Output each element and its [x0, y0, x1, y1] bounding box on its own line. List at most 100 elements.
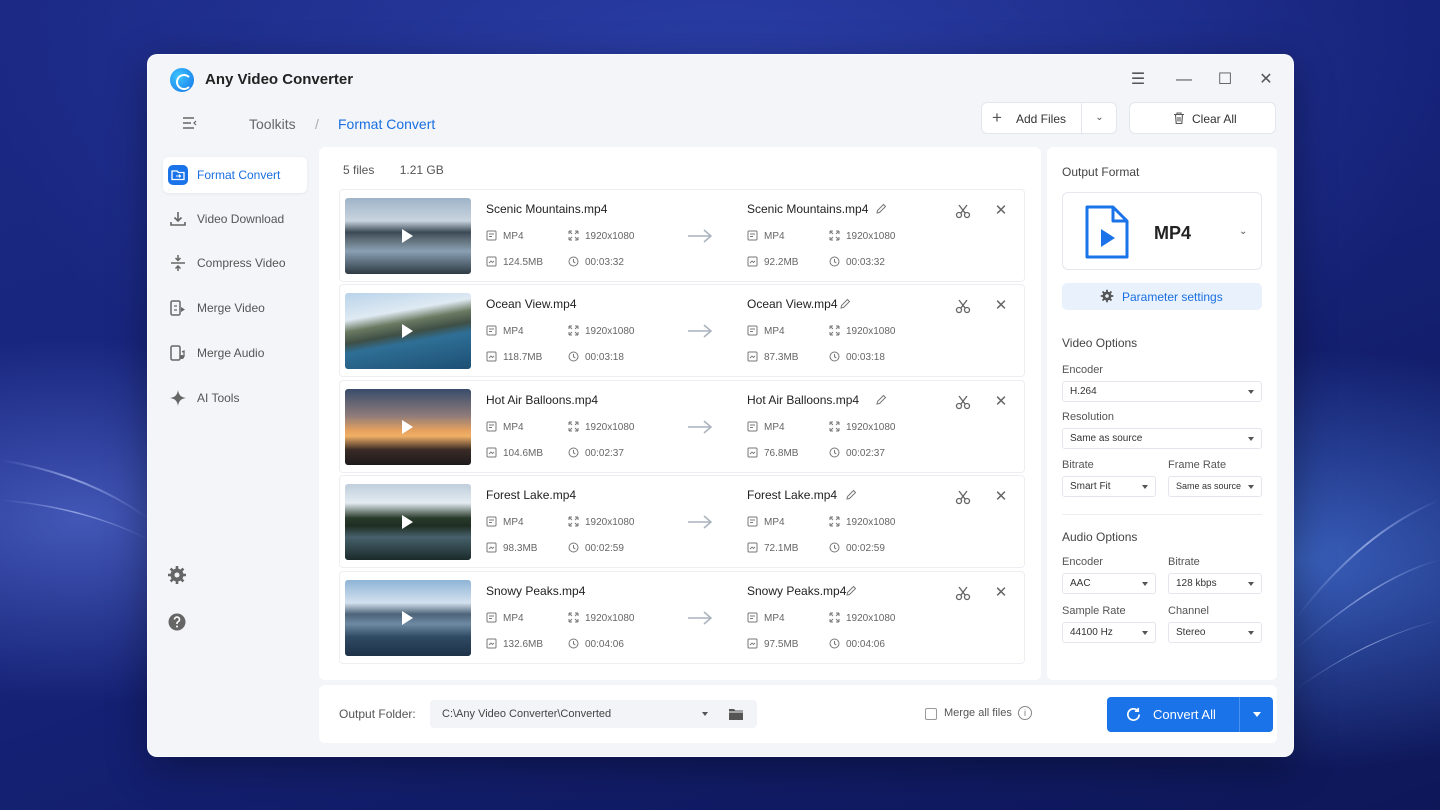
- remove-file-icon[interactable]: ✕: [992, 488, 1010, 506]
- source-duration: 00:02:37: [568, 447, 624, 459]
- caret-down-icon: [1248, 485, 1254, 489]
- output-size: 76.8MB: [747, 447, 798, 459]
- remove-file-icon[interactable]: ✕: [992, 393, 1010, 411]
- add-files-button[interactable]: + Add Files ⌄: [981, 102, 1117, 134]
- convert-all-button[interactable]: Convert All: [1107, 697, 1239, 732]
- select-value: 44100 Hz: [1070, 627, 1113, 638]
- audio-encoder-select[interactable]: AAC: [1062, 573, 1156, 594]
- maximize-button[interactable]: ☐: [1212, 67, 1238, 93]
- select-value: Same as source: [1070, 433, 1143, 444]
- output-format-selector[interactable]: MP4 ⌄: [1062, 192, 1262, 270]
- resolution-icon: [568, 516, 579, 527]
- edit-pencil-icon[interactable]: [845, 585, 857, 597]
- play-icon[interactable]: [402, 229, 413, 243]
- sidebar-item-label: Format Convert: [197, 168, 281, 182]
- select-value: H.264: [1070, 386, 1097, 397]
- play-icon[interactable]: [402, 324, 413, 338]
- refresh-icon: [1126, 707, 1141, 721]
- remove-file-icon[interactable]: ✕: [992, 584, 1010, 602]
- audio-bitrate-select[interactable]: 128 kbps: [1168, 573, 1262, 594]
- sidebar-item-merge-audio[interactable]: Merge Audio: [163, 335, 307, 371]
- source-format-value: MP4: [503, 326, 524, 337]
- sidebar-item-video-download[interactable]: Video Download: [163, 201, 307, 237]
- folder-icon[interactable]: [728, 707, 744, 721]
- sidebar-item-merge-video[interactable]: Merge Video: [163, 290, 307, 326]
- minimize-button[interactable]: —: [1171, 67, 1197, 93]
- sidebar-item-label: Merge Audio: [197, 346, 265, 360]
- scissors-icon[interactable]: [954, 393, 972, 411]
- select-value: 128 kbps: [1176, 578, 1217, 589]
- scissors-icon[interactable]: [954, 297, 972, 315]
- help-icon[interactable]: [167, 612, 187, 632]
- scissors-icon[interactable]: [954, 488, 972, 506]
- file-row[interactable]: Scenic Mountains.mp4 MP4 1920x1080 124.5MB 0…: [339, 189, 1025, 282]
- file-format-icon: [747, 421, 758, 432]
- file-format-icon: [747, 516, 758, 527]
- video-encoder-label: Encoder: [1062, 364, 1103, 376]
- output-file-name: Hot Air Balloons.mp4: [747, 393, 860, 407]
- sample-rate-select[interactable]: 44100 Hz: [1062, 622, 1156, 643]
- scissors-icon[interactable]: [954, 584, 972, 602]
- add-files-dropdown[interactable]: ⌄: [1081, 103, 1117, 133]
- play-icon[interactable]: [402, 611, 413, 625]
- video-resolution-select[interactable]: Same as source: [1062, 428, 1262, 449]
- resolution-icon: [568, 325, 579, 336]
- caret-down-icon: [702, 712, 708, 716]
- bottom-bar: Output Folder: C:\Any Video Converter\Co…: [319, 685, 1277, 743]
- merge-all-checkbox[interactable]: [925, 708, 937, 720]
- plus-icon: +: [992, 108, 1002, 127]
- video-frame-rate-select[interactable]: Same as source: [1168, 476, 1262, 497]
- sidebar-item-format-convert[interactable]: Format Convert: [163, 157, 307, 193]
- video-thumbnail[interactable]: [345, 293, 471, 369]
- clock-icon: [829, 256, 840, 267]
- edit-pencil-icon[interactable]: [875, 203, 887, 215]
- video-thumbnail[interactable]: [345, 580, 471, 656]
- remove-file-icon[interactable]: ✕: [992, 202, 1010, 220]
- video-bitrate-select[interactable]: Smart Fit: [1062, 476, 1156, 497]
- menu-icon[interactable]: ☰: [1125, 67, 1151, 93]
- clear-all-button[interactable]: Clear All: [1129, 102, 1276, 134]
- edit-pencil-icon[interactable]: [875, 394, 887, 406]
- sidebar-item-label: Compress Video: [197, 256, 286, 270]
- remove-file-icon[interactable]: ✕: [992, 297, 1010, 315]
- file-row[interactable]: Snowy Peaks.mp4 MP4 1920x1080 132.6MB 00:04:…: [339, 571, 1025, 664]
- info-icon[interactable]: i: [1018, 706, 1032, 720]
- file-size-icon: [486, 351, 497, 362]
- caret-down-icon: [1248, 390, 1254, 394]
- output-size-value: 97.5MB: [764, 639, 799, 650]
- file-row[interactable]: Ocean View.mp4 MP4 1920x1080 118.7MB 00:03:1…: [339, 284, 1025, 377]
- close-button[interactable]: ✕: [1253, 67, 1279, 93]
- scissors-icon[interactable]: [954, 202, 972, 220]
- gear-icon: [1100, 289, 1114, 303]
- parameter-settings-button[interactable]: Parameter settings: [1062, 283, 1262, 310]
- file-row[interactable]: Hot Air Balloons.mp4 MP4 1920x1080 104.6MB 0…: [339, 380, 1025, 473]
- file-size-icon: [486, 256, 497, 267]
- convert-options-dropdown[interactable]: [1239, 697, 1273, 732]
- source-resolution: 1920x1080: [568, 421, 635, 433]
- output-folder-select[interactable]: C:\Any Video Converter\Converted: [430, 700, 757, 728]
- sidebar-toggle-icon[interactable]: [180, 113, 200, 133]
- play-icon[interactable]: [402, 420, 413, 434]
- play-icon[interactable]: [402, 515, 413, 529]
- video-encoder-select[interactable]: H.264: [1062, 381, 1262, 402]
- settings-gear-icon[interactable]: [167, 565, 187, 585]
- sidebar-item-compress-video[interactable]: Compress Video: [163, 245, 307, 281]
- file-size-icon: [747, 447, 758, 458]
- file-size-icon: [747, 638, 758, 649]
- sidebar-item-ai-tools[interactable]: AI Tools: [163, 380, 307, 416]
- video-thumbnail[interactable]: [345, 389, 471, 465]
- breadcrumb-separator: /: [315, 116, 319, 132]
- channel-select[interactable]: Stereo: [1168, 622, 1262, 643]
- output-folder-label: Output Folder:: [339, 707, 416, 721]
- output-size-value: 87.3MB: [764, 352, 799, 363]
- edit-pencil-icon[interactable]: [845, 489, 857, 501]
- edit-pencil-icon[interactable]: [839, 298, 851, 310]
- file-format-icon: [747, 612, 758, 623]
- video-thumbnail[interactable]: [345, 484, 471, 560]
- file-size-icon: [747, 542, 758, 553]
- source-format-value: MP4: [503, 613, 524, 624]
- file-row[interactable]: Forest Lake.mp4 MP4 1920x1080 98.3MB 00:02:5…: [339, 475, 1025, 568]
- video-thumbnail[interactable]: [345, 198, 471, 274]
- output-format-value: MP4: [764, 613, 785, 624]
- breadcrumb-toolkits[interactable]: Toolkits: [249, 116, 296, 132]
